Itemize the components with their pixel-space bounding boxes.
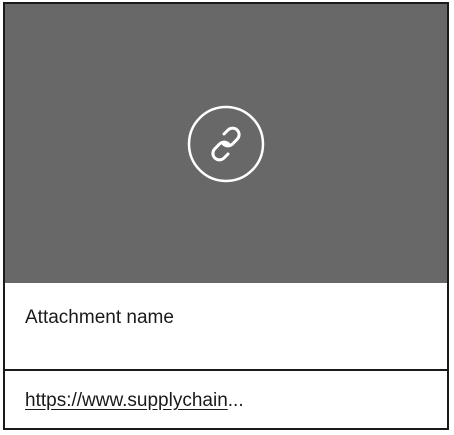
link-icon <box>187 105 265 183</box>
attachment-name: Attachment name <box>25 307 174 328</box>
attachment-card[interactable]: Attachment name https://www.supplychain.… <box>3 2 449 430</box>
attachment-url-row: https://www.supplychain... <box>5 371 447 428</box>
attachment-name-field: Attachment name <box>5 283 447 369</box>
attachment-preview[interactable] <box>5 4 447 283</box>
url-ellipsis: ... <box>227 390 244 411</box>
attachment-url-link[interactable]: https://www.supplychain <box>25 390 228 411</box>
link-icon-graphic <box>187 105 265 182</box>
